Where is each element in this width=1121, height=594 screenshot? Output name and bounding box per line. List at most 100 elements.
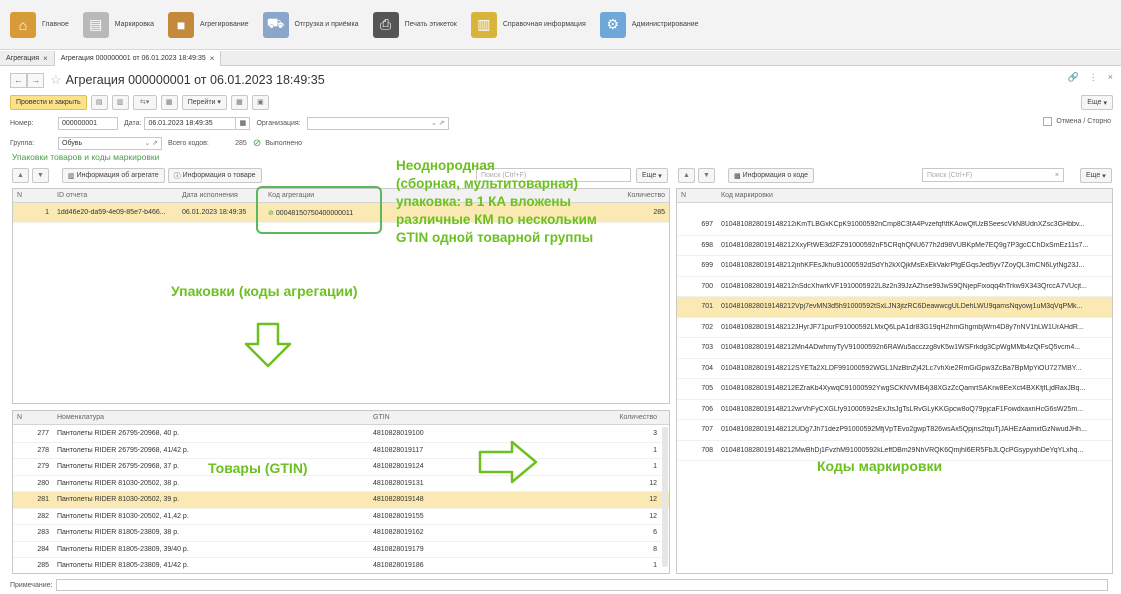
nav-item-clipboard[interactable]: ▤ Маркировка: [82, 11, 154, 38]
close-icon[interactable]: ×: [210, 54, 215, 63]
move-up-icon[interactable]: ▲: [678, 168, 695, 183]
arrow-right-icon: [478, 440, 538, 484]
row-number: 279: [37, 463, 49, 471]
structure-icon[interactable]: ⇆▾: [132, 94, 157, 110]
doc-icon[interactable]: ▦: [160, 94, 178, 110]
nav-item-home[interactable]: ⌂ Главное: [10, 11, 69, 38]
column-header[interactable]: N: [13, 192, 53, 199]
post-and-close-button[interactable]: Провести и закрыть: [10, 94, 87, 110]
back-button[interactable]: ←: [10, 72, 27, 88]
table-row[interactable]: 706 0104810828019148212wrVhFyCXGLfy910005…: [677, 400, 1112, 420]
nav-item-admin[interactable]: ⚙ Администрирование: [599, 11, 699, 38]
table-row[interactable]: 702 0104810828019148212JHyrJF71purF910005…: [677, 318, 1112, 338]
table-row[interactable]: 704 0104810828019148212SYETa2XLDF99100059…: [677, 359, 1112, 379]
table-row[interactable]: 705 0104810828019148212EZraKb4XywqC910005…: [677, 379, 1112, 400]
column-header[interactable]: Количество: [594, 192, 669, 199]
product-name: Пантолеты RIDER 81805-23809, 39/40 р.: [57, 545, 189, 553]
dropdown-icon[interactable]: ⌄ ⇗: [431, 119, 445, 127]
more-button[interactable]: Еще ▾: [1081, 95, 1113, 110]
table-row[interactable]: 281 Пантолеты RIDER 81030-20502, 39 р. 481…: [13, 492, 669, 509]
gtin: 4810828019100: [373, 430, 424, 438]
close-icon[interactable]: ×: [43, 54, 48, 63]
table-row[interactable]: 703 0104810828019148212Mn4ADwhmyTyV910005…: [677, 338, 1112, 359]
table-row[interactable]: 283 Пантолеты RIDER 81805-23809, 38 р. 481…: [13, 525, 669, 542]
nav-item-books[interactable]: ▥ Справочная информация: [470, 11, 586, 38]
cancel-checkbox[interactable]: [1043, 117, 1053, 126]
codes-toolbar: ▲ ▼ ▩ Информация о коде: [678, 168, 815, 183]
column-header[interactable]: Номенклатура: [53, 414, 369, 421]
product-name: Пантолеты RIDER 26795-20968, 41/42 р.: [57, 446, 189, 454]
codes-more-button[interactable]: Еще ▾: [1080, 168, 1112, 183]
quantity: 8: [653, 545, 657, 553]
tab-label: Агрегация: [6, 54, 40, 62]
group-field[interactable]: Обувь ⌄ ⇗: [58, 136, 162, 150]
table-row[interactable]: 698 0104810828019148212XxyFtWE3d2FZ910005…: [677, 236, 1112, 256]
nav-item-box[interactable]: ■ Агрегирование: [168, 11, 249, 38]
table-row[interactable]: 285 Пантолеты RIDER 81805-23809, 41/42 р.…: [13, 558, 669, 573]
tab-aggregation-list[interactable]: Агрегация ×: [0, 50, 55, 66]
move-down-icon[interactable]: ▼: [32, 168, 49, 183]
report-icon[interactable]: ▥: [111, 94, 129, 110]
status-text: Выполнено: [265, 139, 303, 147]
clear-icon[interactable]: ×: [1055, 172, 1059, 179]
column-header[interactable]: Код маркировки: [717, 192, 1112, 199]
column-header[interactable]: N: [677, 192, 717, 199]
table-row[interactable]: 277 Пантолеты RIDER 26795-20968, 40 р. 481…: [13, 426, 669, 443]
marking-code: 0104810828019148212XxyFtWE3d2FZ91000592n…: [721, 241, 1089, 249]
table-row[interactable]: 284 Пантолеты RIDER 81805-23809, 39/40 р.…: [13, 542, 669, 558]
organization-field[interactable]: ⌄ ⇗: [306, 116, 449, 130]
nav-item-printer[interactable]: ⎙ Печать этикеток: [372, 11, 457, 38]
table-icon[interactable]: ▦: [230, 94, 248, 110]
row-number: 703: [701, 344, 713, 352]
note-field[interactable]: [56, 579, 1109, 591]
table-row[interactable]: 280 Пантолеты RIDER 81030-20502, 38 р. 481…: [13, 476, 669, 492]
tab-aggregation-doc[interactable]: Агрегация 000000001 от 06.01.2023 18:49:…: [54, 50, 222, 66]
print-icon[interactable]: ▣: [251, 94, 269, 110]
codes-search-input[interactable]: Поиск (Ctrl+F) ×: [922, 168, 1064, 182]
code-info-button[interactable]: ▩ Информация о коде: [728, 168, 815, 183]
marking-code: 0104810828019148212MwBhDj1FvzhM91000592k…: [721, 446, 1084, 454]
link-icon[interactable]: 🔗: [1068, 72, 1079, 83]
column-header[interactable]: GTIN: [369, 414, 605, 421]
number-field[interactable]: 000000001: [58, 116, 118, 130]
row-number: 285: [37, 562, 49, 570]
marking-code: 0104810828019148212UDg7Jh71dezP91000592M…: [721, 426, 1087, 434]
post-icon[interactable]: ▤: [90, 94, 108, 110]
row-number: 702: [701, 323, 713, 331]
nav-label: Администрирование: [631, 21, 699, 28]
table-row[interactable]: 701 0104810828019148212Vpj7evMN3d5h910005…: [677, 297, 1112, 318]
move-up-icon[interactable]: ▲: [12, 168, 29, 183]
table-row[interactable]: 700 0104810828019148212nSdcXhwrkVF1910005…: [677, 277, 1112, 297]
row-number: 699: [701, 262, 713, 270]
table-row[interactable]: 699 0104810828019148212jnhKFEsJkhu9100059…: [677, 256, 1112, 277]
column-header[interactable]: Количество: [605, 414, 661, 421]
books-icon: ▥: [470, 11, 497, 38]
table-header: N Код маркировки: [677, 189, 1112, 203]
dropdown-icon[interactable]: ⌄ ⇗: [144, 139, 158, 147]
marking-code: 0104810828019148212SYETa2XLDF991000592WG…: [721, 364, 1082, 372]
table-row[interactable]: 278 Пантолеты RIDER 26795-20968, 41/42 р.…: [13, 443, 669, 459]
goods-scrollbar[interactable]: [662, 427, 668, 567]
table-row[interactable]: 707 0104810828019148212UDg7Jh71dezP910005…: [677, 420, 1112, 441]
aggregation-more-button[interactable]: Еще ▾: [636, 168, 668, 183]
column-header[interactable]: N: [13, 414, 53, 421]
calendar-icon[interactable]: ▦: [236, 116, 251, 130]
close-icon[interactable]: ×: [1108, 72, 1113, 83]
column-header[interactable]: Дата исполнения: [178, 192, 264, 199]
table-row[interactable]: 697 0104810828019148212iKmTLBGxKCpK910005…: [677, 215, 1112, 236]
table-row[interactable]: 279 Пантолеты RIDER 26795-20968, 37 р. 481…: [13, 459, 669, 476]
move-down-icon[interactable]: ▼: [698, 168, 715, 183]
menu-dots-icon[interactable]: ⋮: [1089, 72, 1098, 83]
goods-info-button[interactable]: ⓘ Информация о товаре: [167, 168, 262, 183]
column-header[interactable]: ID отчета: [53, 192, 178, 199]
goto-button[interactable]: Перейти ▾: [181, 94, 227, 110]
nav-item-truck[interactable]: ⛟ Отгрузка и приёмка: [262, 11, 359, 38]
row-number: 707: [701, 426, 713, 434]
date-field[interactable]: 06.01.2023 18:49:35: [144, 116, 237, 130]
forward-button[interactable]: →: [27, 72, 44, 88]
aggregate-info-button[interactable]: ▥ Информация об агрегате: [62, 168, 165, 183]
star-icon[interactable]: ☆: [50, 72, 62, 88]
gtin: 4810828019186: [373, 562, 424, 570]
row-number: 282: [37, 512, 49, 520]
table-row[interactable]: 282 Пантолеты RIDER 81030-20502, 41,42 р.…: [13, 509, 669, 525]
